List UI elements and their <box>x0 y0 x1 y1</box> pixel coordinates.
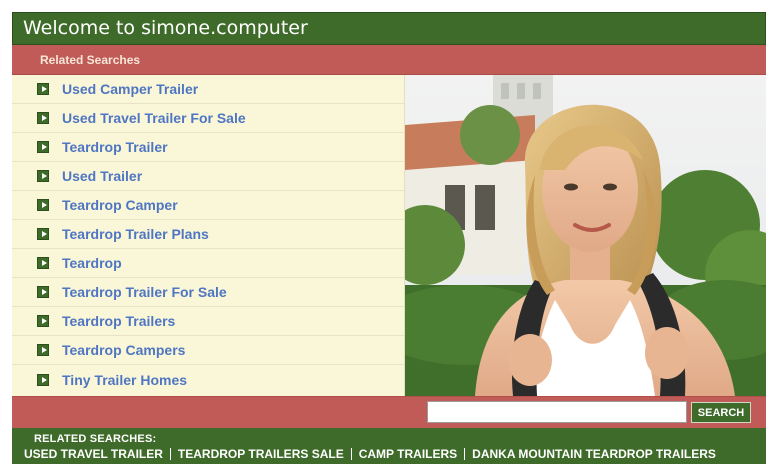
arrow-bullet-icon <box>37 141 49 153</box>
related-link-label[interactable]: Tiny Trailer Homes <box>62 372 187 388</box>
footer-title: RELATED SEARCHES: <box>34 433 157 445</box>
arrow-bullet-icon <box>37 257 49 269</box>
related-link-label[interactable]: Teardrop Campers <box>62 342 185 358</box>
related-link-label[interactable]: Used Camper Trailer <box>62 81 198 97</box>
arrow-bullet-icon <box>37 83 49 95</box>
footer-link[interactable]: DANKA MOUNTAIN TEARDROP TRAILERS <box>472 447 716 461</box>
footer-link[interactable]: TEARDROP TRAILERS SALE <box>178 447 344 461</box>
related-link[interactable]: Teardrop Trailer For Sale <box>12 278 404 307</box>
footer-separator <box>350 448 352 460</box>
arrow-bullet-icon <box>37 344 49 356</box>
related-link[interactable]: Teardrop Trailers <box>12 307 404 336</box>
related-link[interactable]: Tiny Trailer Homes <box>12 365 404 394</box>
related-link[interactable]: Used Travel Trailer For Sale <box>12 104 404 133</box>
footer-related-searches: RELATED SEARCHES: USED TRAVEL TRAILER TE… <box>12 428 766 464</box>
page-frame: Welcome to simone.computer Related Searc… <box>12 12 766 429</box>
related-link[interactable]: Used Camper Trailer <box>12 75 404 104</box>
footer-links: USED TRAVEL TRAILER TEARDROP TRAILERS SA… <box>24 447 716 461</box>
related-link[interactable]: Teardrop Trailer <box>12 133 404 162</box>
arrow-bullet-icon <box>37 228 49 240</box>
related-link-label[interactable]: Teardrop <box>62 255 122 271</box>
related-link-label[interactable]: Teardrop Trailers <box>62 313 175 329</box>
footer-link[interactable]: USED TRAVEL TRAILER <box>24 447 163 461</box>
related-link[interactable]: Teardrop Campers <box>12 336 404 365</box>
arrow-bullet-icon <box>37 112 49 124</box>
related-link-label[interactable]: Used Travel Trailer For Sale <box>62 110 246 126</box>
related-searches-label: Related Searches <box>40 53 141 67</box>
hero-photo-illustration <box>405 75 766 396</box>
search-input[interactable] <box>427 401 687 423</box>
related-link-label[interactable]: Teardrop Camper <box>62 197 178 213</box>
footer-link[interactable]: CAMP TRAILERS <box>359 447 457 461</box>
related-link[interactable]: Used Trailer <box>12 162 404 191</box>
hero-photo <box>405 75 766 396</box>
related-link[interactable]: Teardrop <box>12 249 404 278</box>
arrow-bullet-icon <box>37 315 49 327</box>
site-title: Welcome to simone.computer <box>23 17 308 39</box>
related-link-label[interactable]: Teardrop Trailer <box>62 139 168 155</box>
search-button[interactable]: SEARCH <box>691 402 751 423</box>
arrow-bullet-icon <box>37 170 49 182</box>
arrow-bullet-icon <box>37 286 49 298</box>
footer-separator <box>464 448 466 460</box>
related-link[interactable]: Teardrop Trailer Plans <box>12 220 404 249</box>
footer-separator <box>169 448 171 460</box>
search-bar: SEARCH <box>12 396 766 429</box>
related-link-label[interactable]: Teardrop Trailer Plans <box>62 226 209 242</box>
related-link-label[interactable]: Teardrop Trailer For Sale <box>62 284 227 300</box>
related-link[interactable]: Teardrop Camper <box>12 191 404 220</box>
arrow-bullet-icon <box>37 373 49 386</box>
main-content: Used Camper Trailer Used Travel Trailer … <box>12 75 766 396</box>
related-link-label[interactable]: Used Trailer <box>62 168 142 184</box>
related-links-list: Used Camper Trailer Used Travel Trailer … <box>12 75 405 396</box>
site-header: Welcome to simone.computer <box>12 12 766 45</box>
related-searches-bar: Related Searches <box>12 45 766 75</box>
arrow-bullet-icon <box>37 199 49 211</box>
